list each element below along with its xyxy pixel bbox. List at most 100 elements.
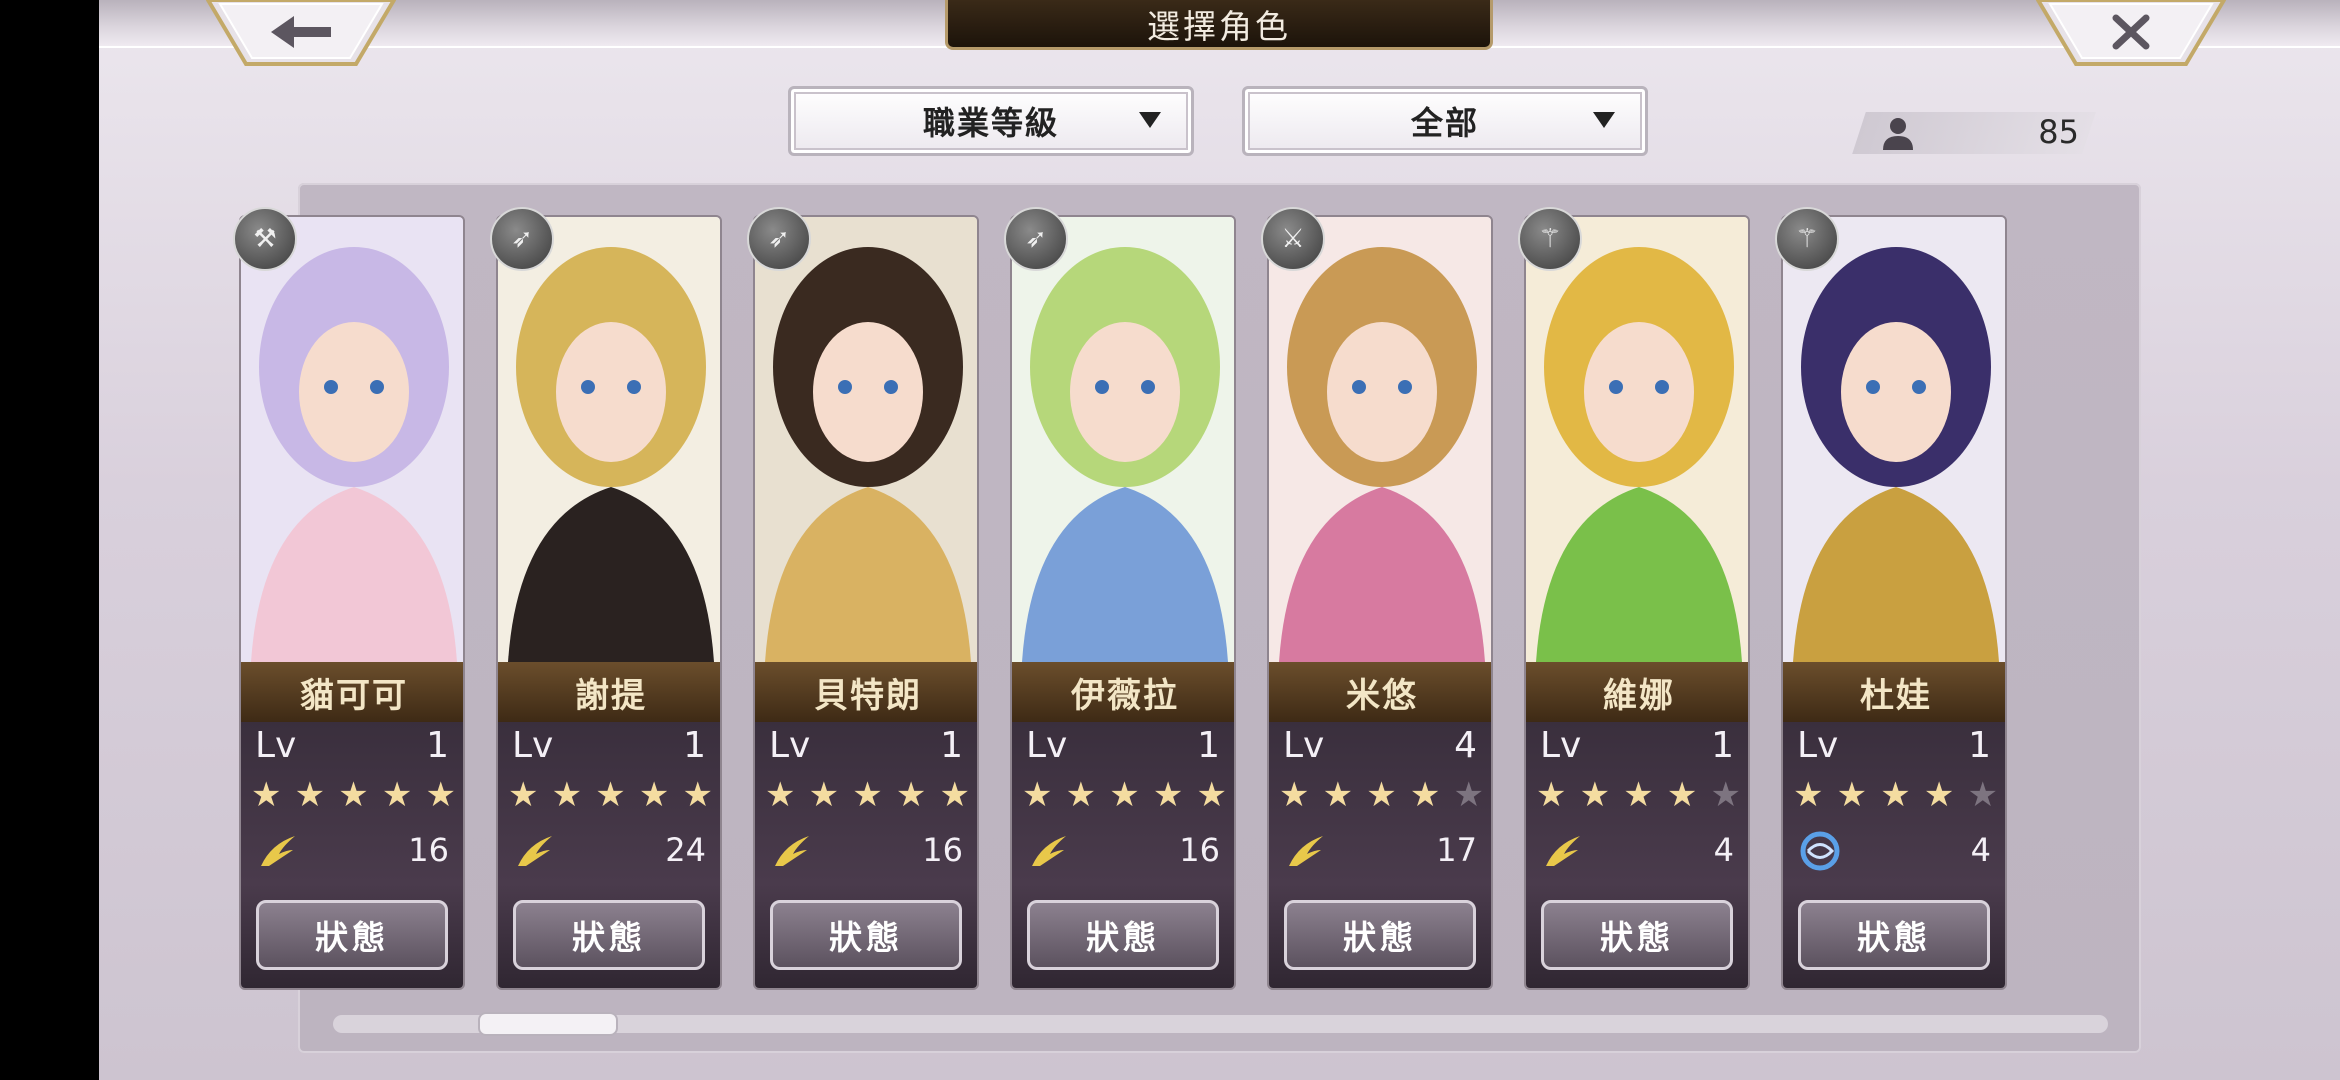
character-portrait — [755, 217, 977, 662]
star-rating: ★ ★ ★ ★ ★ — [765, 777, 970, 813]
star-filled-icon: ★ — [1409, 775, 1441, 815]
level-value: 1 — [1711, 725, 1734, 766]
star-empty-icon: ★ — [1967, 775, 1998, 815]
scope-dropdown[interactable]: 全部 — [1242, 86, 1648, 156]
character-card-1[interactable]: 貓可可 Lv 1 ★ ★ ★ ★ ★ 16 狀態 ⚒ — [233, 207, 465, 990]
star-filled-icon: ★ — [765, 775, 796, 815]
character-card-6[interactable]: 維娜 Lv 1 ★ ★ ★ ★ ★ 4 狀態 ⚚ — [1518, 207, 1750, 990]
star-rating: ★ ★ ★ ★ ★ — [508, 777, 713, 813]
level-label: Lv — [512, 725, 554, 766]
character-name: 米悠 — [1346, 675, 1418, 716]
status-button[interactable]: 狀態 — [1027, 900, 1219, 970]
card-frame: 杜娃 — [1781, 215, 2007, 990]
level-value: 4 — [1454, 725, 1477, 766]
level-label: Lv — [255, 725, 297, 766]
star-filled-icon: ★ — [1065, 775, 1097, 815]
star-empty-icon: ★ — [1453, 775, 1484, 815]
status-button-label: 狀態 — [315, 918, 389, 957]
character-name-bar: 貝特朗 — [755, 662, 977, 722]
close-icon — [2036, 0, 2226, 66]
character-name-bar: 米悠 — [1269, 662, 1491, 722]
star-filled-icon: ★ — [1536, 775, 1567, 815]
status-button-label: 狀態 — [829, 918, 903, 957]
star-filled-icon: ★ — [1279, 775, 1310, 815]
star-filled-icon: ★ — [895, 775, 927, 815]
star-filled-icon: ★ — [1152, 775, 1184, 815]
wind-element-icon — [1289, 836, 1323, 866]
job-level-dropdown[interactable]: 職業等級 — [788, 86, 1194, 156]
element-value: 17 — [1436, 831, 1477, 869]
card-frame: 維娜 — [1524, 215, 1750, 990]
status-button[interactable]: 狀態 — [1798, 900, 1990, 970]
level-label: Lv — [769, 725, 811, 766]
star-filled-icon: ★ — [1793, 775, 1824, 815]
status-button[interactable]: 狀態 — [1284, 900, 1476, 970]
star-filled-icon: ★ — [251, 775, 282, 815]
status-button[interactable]: 狀態 — [1541, 900, 1733, 970]
character-name-bar: 貓可可 — [241, 662, 463, 722]
wind-element-icon — [1032, 836, 1066, 866]
staff-icon: ⚚ — [1518, 207, 1582, 271]
status-button[interactable]: 狀態 — [770, 900, 962, 970]
character-name: 伊薇拉 — [1071, 675, 1179, 716]
star-filled-icon: ★ — [595, 775, 626, 815]
star-filled-icon: ★ — [551, 775, 583, 815]
spear-icon: ➶ — [490, 207, 554, 271]
star-filled-icon: ★ — [808, 775, 840, 815]
character-card-4[interactable]: 伊薇拉 Lv 1 ★ ★ ★ ★ ★ 16 狀態 ➶ — [1004, 207, 1236, 990]
level-value: 1 — [940, 725, 963, 766]
page-title-banner: 選擇角色 — [945, 0, 1493, 50]
level-value: 1 — [1197, 725, 1220, 766]
star-filled-icon: ★ — [1923, 775, 1955, 815]
element-value: 16 — [1179, 831, 1220, 869]
status-button[interactable]: 狀態 — [513, 900, 705, 970]
star-filled-icon: ★ — [1579, 775, 1611, 815]
status-button-label: 狀態 — [1857, 918, 1931, 957]
star-empty-icon: ★ — [1710, 775, 1741, 815]
character-name-bar: 謝提 — [498, 662, 720, 722]
level-value: 1 — [1968, 725, 1991, 766]
character-card-3[interactable]: 貝特朗 Lv 1 ★ ★ ★ ★ ★ 16 狀態 ➶ — [747, 207, 979, 990]
chevron-down-icon — [1593, 112, 1615, 128]
level-label: Lv — [1540, 725, 1582, 766]
scope-dropdown-label: 全部 — [1410, 104, 1479, 142]
character-card-7[interactable]: 杜娃 Lv 1 ★ ★ ★ ★ ★ 4 狀態 ⚚ — [1775, 207, 2007, 990]
star-filled-icon: ★ — [1322, 775, 1354, 815]
character-name: 貓可可 — [300, 675, 408, 716]
star-filled-icon: ★ — [1623, 775, 1654, 815]
water-element-icon — [1800, 831, 1840, 871]
level-value: 1 — [683, 725, 706, 766]
star-filled-icon: ★ — [1666, 775, 1698, 815]
star-filled-icon: ★ — [1109, 775, 1140, 815]
character-count: 85 — [2038, 113, 2079, 151]
close-button[interactable] — [2036, 0, 2226, 66]
person-icon — [1883, 118, 1913, 150]
character-portrait — [241, 217, 463, 662]
sword-icon: ⚔ — [1261, 207, 1325, 271]
star-rating: ★ ★ ★ ★ ★ — [1279, 777, 1484, 813]
back-arrow-icon — [206, 0, 396, 66]
status-button[interactable]: 狀態 — [256, 900, 448, 970]
character-name-bar: 伊薇拉 — [1012, 662, 1234, 722]
page-title: 選擇角色 — [1147, 6, 1291, 46]
element-value: 4 — [1970, 831, 1991, 869]
star-filled-icon: ★ — [682, 775, 713, 815]
staff-icon: ⚚ — [1775, 207, 1839, 271]
game-screen: 選擇角色 職業等級 全部 85 貓可可 Lv 1 ★ ★ ★ ★ ★ 16 狀態… — [99, 0, 2340, 1080]
character-card-2[interactable]: 謝提 Lv 1 ★ ★ ★ ★ ★ 24 狀態 ➶ — [490, 207, 722, 990]
back-button[interactable] — [206, 0, 396, 66]
character-portrait — [1269, 217, 1491, 662]
star-filled-icon: ★ — [939, 775, 970, 815]
card-frame: 貝特朗 — [753, 215, 979, 990]
status-button-label: 狀態 — [1086, 918, 1160, 957]
character-card-5[interactable]: 米悠 Lv 4 ★ ★ ★ ★ ★ 17 狀態 ⚔ — [1261, 207, 1493, 990]
element-value: 16 — [408, 831, 449, 869]
scrollbar-thumb[interactable] — [478, 1012, 618, 1036]
axe-icon: ⚒ — [233, 207, 297, 271]
character-name-bar: 維娜 — [1526, 662, 1748, 722]
star-filled-icon: ★ — [1366, 775, 1397, 815]
wind-element-icon — [1546, 836, 1580, 866]
character-name: 謝提 — [575, 675, 647, 716]
star-filled-icon: ★ — [425, 775, 456, 815]
star-filled-icon: ★ — [1022, 775, 1053, 815]
